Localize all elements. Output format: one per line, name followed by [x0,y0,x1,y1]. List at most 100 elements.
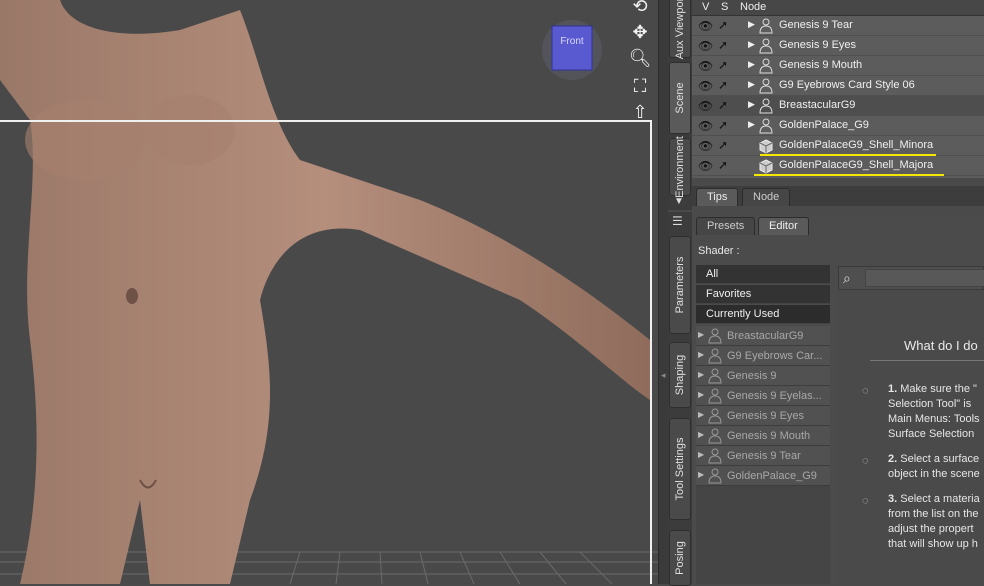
surface-list-item[interactable]: ▶ Genesis 9 Eyes [696,406,830,426]
tab-editor[interactable]: Editor [758,217,809,235]
scene-row-label: Genesis 9 Mouth [779,59,863,71]
step-spinner-icon: ◌ [862,455,869,467]
scene-row[interactable]: 👁︎ ➚ ▶ Genesis 9 Eyes [692,36,984,56]
surface-item-label: Genesis 9 Mouth [727,430,811,442]
step-line: Select a surface [900,453,980,465]
selectable-arrow-icon[interactable]: ➚ [718,98,728,112]
scene-row[interactable]: 👁︎ ➚ GoldenPalaceG9_Shell_Majora [692,156,984,176]
selectable-arrow-icon[interactable]: ➚ [718,118,728,132]
figure-icon [708,348,722,364]
visibility-eye-icon[interactable]: 👁︎ [698,99,713,113]
filter-all[interactable]: All [696,265,830,284]
col-selectable[interactable]: S [721,1,728,13]
tab-node[interactable]: Node [742,188,791,206]
frame-icon[interactable]: ⛶ [628,74,652,98]
view-cube-icon [542,20,602,80]
tab-posing[interactable]: Posing [669,530,691,586]
search-input[interactable] [865,269,984,287]
pane-splitter[interactable]: ◂ [658,0,668,584]
visibility-eye-icon[interactable]: 👁︎ [698,19,713,33]
expand-triangle-icon[interactable]: ▶ [698,330,704,339]
surface-list-item[interactable]: ▶ Genesis 9 [696,366,830,386]
expand-triangle-icon[interactable]: ▶ [748,119,755,130]
tab-tool-settings[interactable]: Tool Settings [669,418,691,520]
view-cube[interactable]: Front [540,18,604,82]
selectable-arrow-icon[interactable]: ➚ [718,58,728,72]
visibility-eye-icon[interactable]: 👁︎ [698,139,713,153]
step-line: Surface Selection [888,428,975,440]
expand-triangle-icon[interactable]: ▶ [748,19,755,30]
step-line: Selection Tool" is [888,398,972,410]
expand-triangle-icon[interactable]: ▶ [698,430,704,439]
expand-triangle-icon[interactable]: ▶ [698,410,704,419]
scene-row[interactable]: 👁︎ ➚ ▶ GoldenPalace_G9 [692,116,984,136]
step-line: Select a materia [900,493,980,505]
tab-parameters[interactable]: Parameters [669,236,691,334]
surface-item-label: GoldenPalace_G9 [727,470,817,482]
selectable-arrow-icon[interactable]: ➚ [718,18,728,32]
figure-icon [759,118,773,134]
tab-shaping[interactable]: Shaping [669,342,691,408]
figure-icon [708,448,722,464]
surface-list-item[interactable]: ▶ BreastacularG9 [696,326,830,346]
col-node[interactable]: Node [740,1,766,13]
figure-icon [759,98,773,114]
figure-icon [708,388,722,404]
scene-row[interactable]: 👁︎ ➚ ▶ Genesis 9 Mouth [692,56,984,76]
home-icon[interactable]: ⇧ [628,100,652,124]
surface-list-item[interactable]: ▶ Genesis 9 Eyelas... [696,386,830,406]
col-visible[interactable]: V [702,1,709,13]
surface-list-item[interactable]: ▶ GoldenPalace_G9 [696,466,830,486]
search-icon[interactable]: ⌕ [843,270,851,287]
viewport-3d[interactable]: Front ⟲ ✥ 🔍︎ ⛶ ⇧ [0,0,658,584]
expand-triangle-icon[interactable]: ▶ [748,99,755,110]
tab-tips[interactable]: Tips [696,188,739,206]
filter-favorites[interactable]: Favorites [696,285,830,304]
expand-triangle-icon[interactable]: ▶ [748,79,755,90]
surface-list-item[interactable]: ▶ G9 Eyebrows Car... [696,346,830,366]
scene-row-label: G9 Eyebrows Card Style 06 [779,79,915,91]
highlight-underline-minora [760,154,936,156]
tab-presets[interactable]: Presets [696,217,756,235]
visibility-eye-icon[interactable]: 👁︎ [698,59,713,73]
selectable-arrow-icon[interactable]: ➚ [718,78,728,92]
tab-aux-viewport[interactable]: Aux Viewport [669,0,691,59]
scene-row[interactable]: 👁︎ ➚ GoldenPalaceG9_Shell_Minora [692,136,984,156]
zoom-icon[interactable]: 🔍︎ [628,46,652,70]
scene-row[interactable]: 👁︎ ➚ ▶ Genesis 9 Tear [692,16,984,36]
expand-triangle-icon[interactable]: ▶ [698,450,704,459]
surface-list-item[interactable]: ▶ Genesis 9 Mouth [696,426,830,446]
tab-scene[interactable]: Scene [669,62,691,134]
visibility-eye-icon[interactable]: 👁︎ [698,159,713,173]
figure-icon [759,18,773,34]
expand-triangle-icon[interactable]: ▶ [748,59,755,70]
splitter-grip-icon[interactable]: ◂ [661,370,666,381]
figure-icon [708,408,722,424]
scene-row[interactable]: 👁︎ ➚ ▶ G9 Eyebrows Card Style 06 [692,76,984,96]
panel-menu-icon[interactable]: ☰ [672,214,683,228]
selectable-arrow-icon[interactable]: ➚ [718,38,728,52]
visibility-eye-icon[interactable]: 👁︎ [698,79,713,93]
figure-icon [759,38,773,54]
selectable-arrow-icon[interactable]: ➚ [718,158,728,172]
expand-triangle-icon[interactable]: ▶ [698,350,704,359]
expand-triangle-icon[interactable]: ▶ [698,390,704,399]
filter-currently-used[interactable]: Currently Used [696,305,830,324]
tabs-scroll-down-icon[interactable]: ▼ [674,196,684,207]
step-number: 1. [888,383,898,395]
info-tabbar: Tips Node [692,186,984,206]
expand-triangle-icon[interactable]: ▶ [698,370,704,379]
orbit-icon[interactable]: ⟲ [628,0,652,18]
surface-list-item[interactable]: ▶ Genesis 9 Tear [696,446,830,466]
visibility-eye-icon[interactable]: 👁︎ [698,119,713,133]
scene-row-label: BreastacularG9 [779,99,856,111]
surfaces-panel: Presets Editor Shader : All Favorites Cu… [692,214,984,584]
scene-row[interactable]: 👁︎ ➚ ▶ BreastacularG9 [692,96,984,116]
pan-icon[interactable]: ✥ [628,20,652,44]
expand-triangle-icon[interactable]: ▶ [748,39,755,50]
tab-environment[interactable]: Environment [669,136,691,198]
selectable-arrow-icon[interactable]: ➚ [718,138,728,152]
scene-header: V S Node [692,0,984,16]
visibility-eye-icon[interactable]: 👁︎ [698,39,713,53]
expand-triangle-icon[interactable]: ▶ [698,470,704,479]
